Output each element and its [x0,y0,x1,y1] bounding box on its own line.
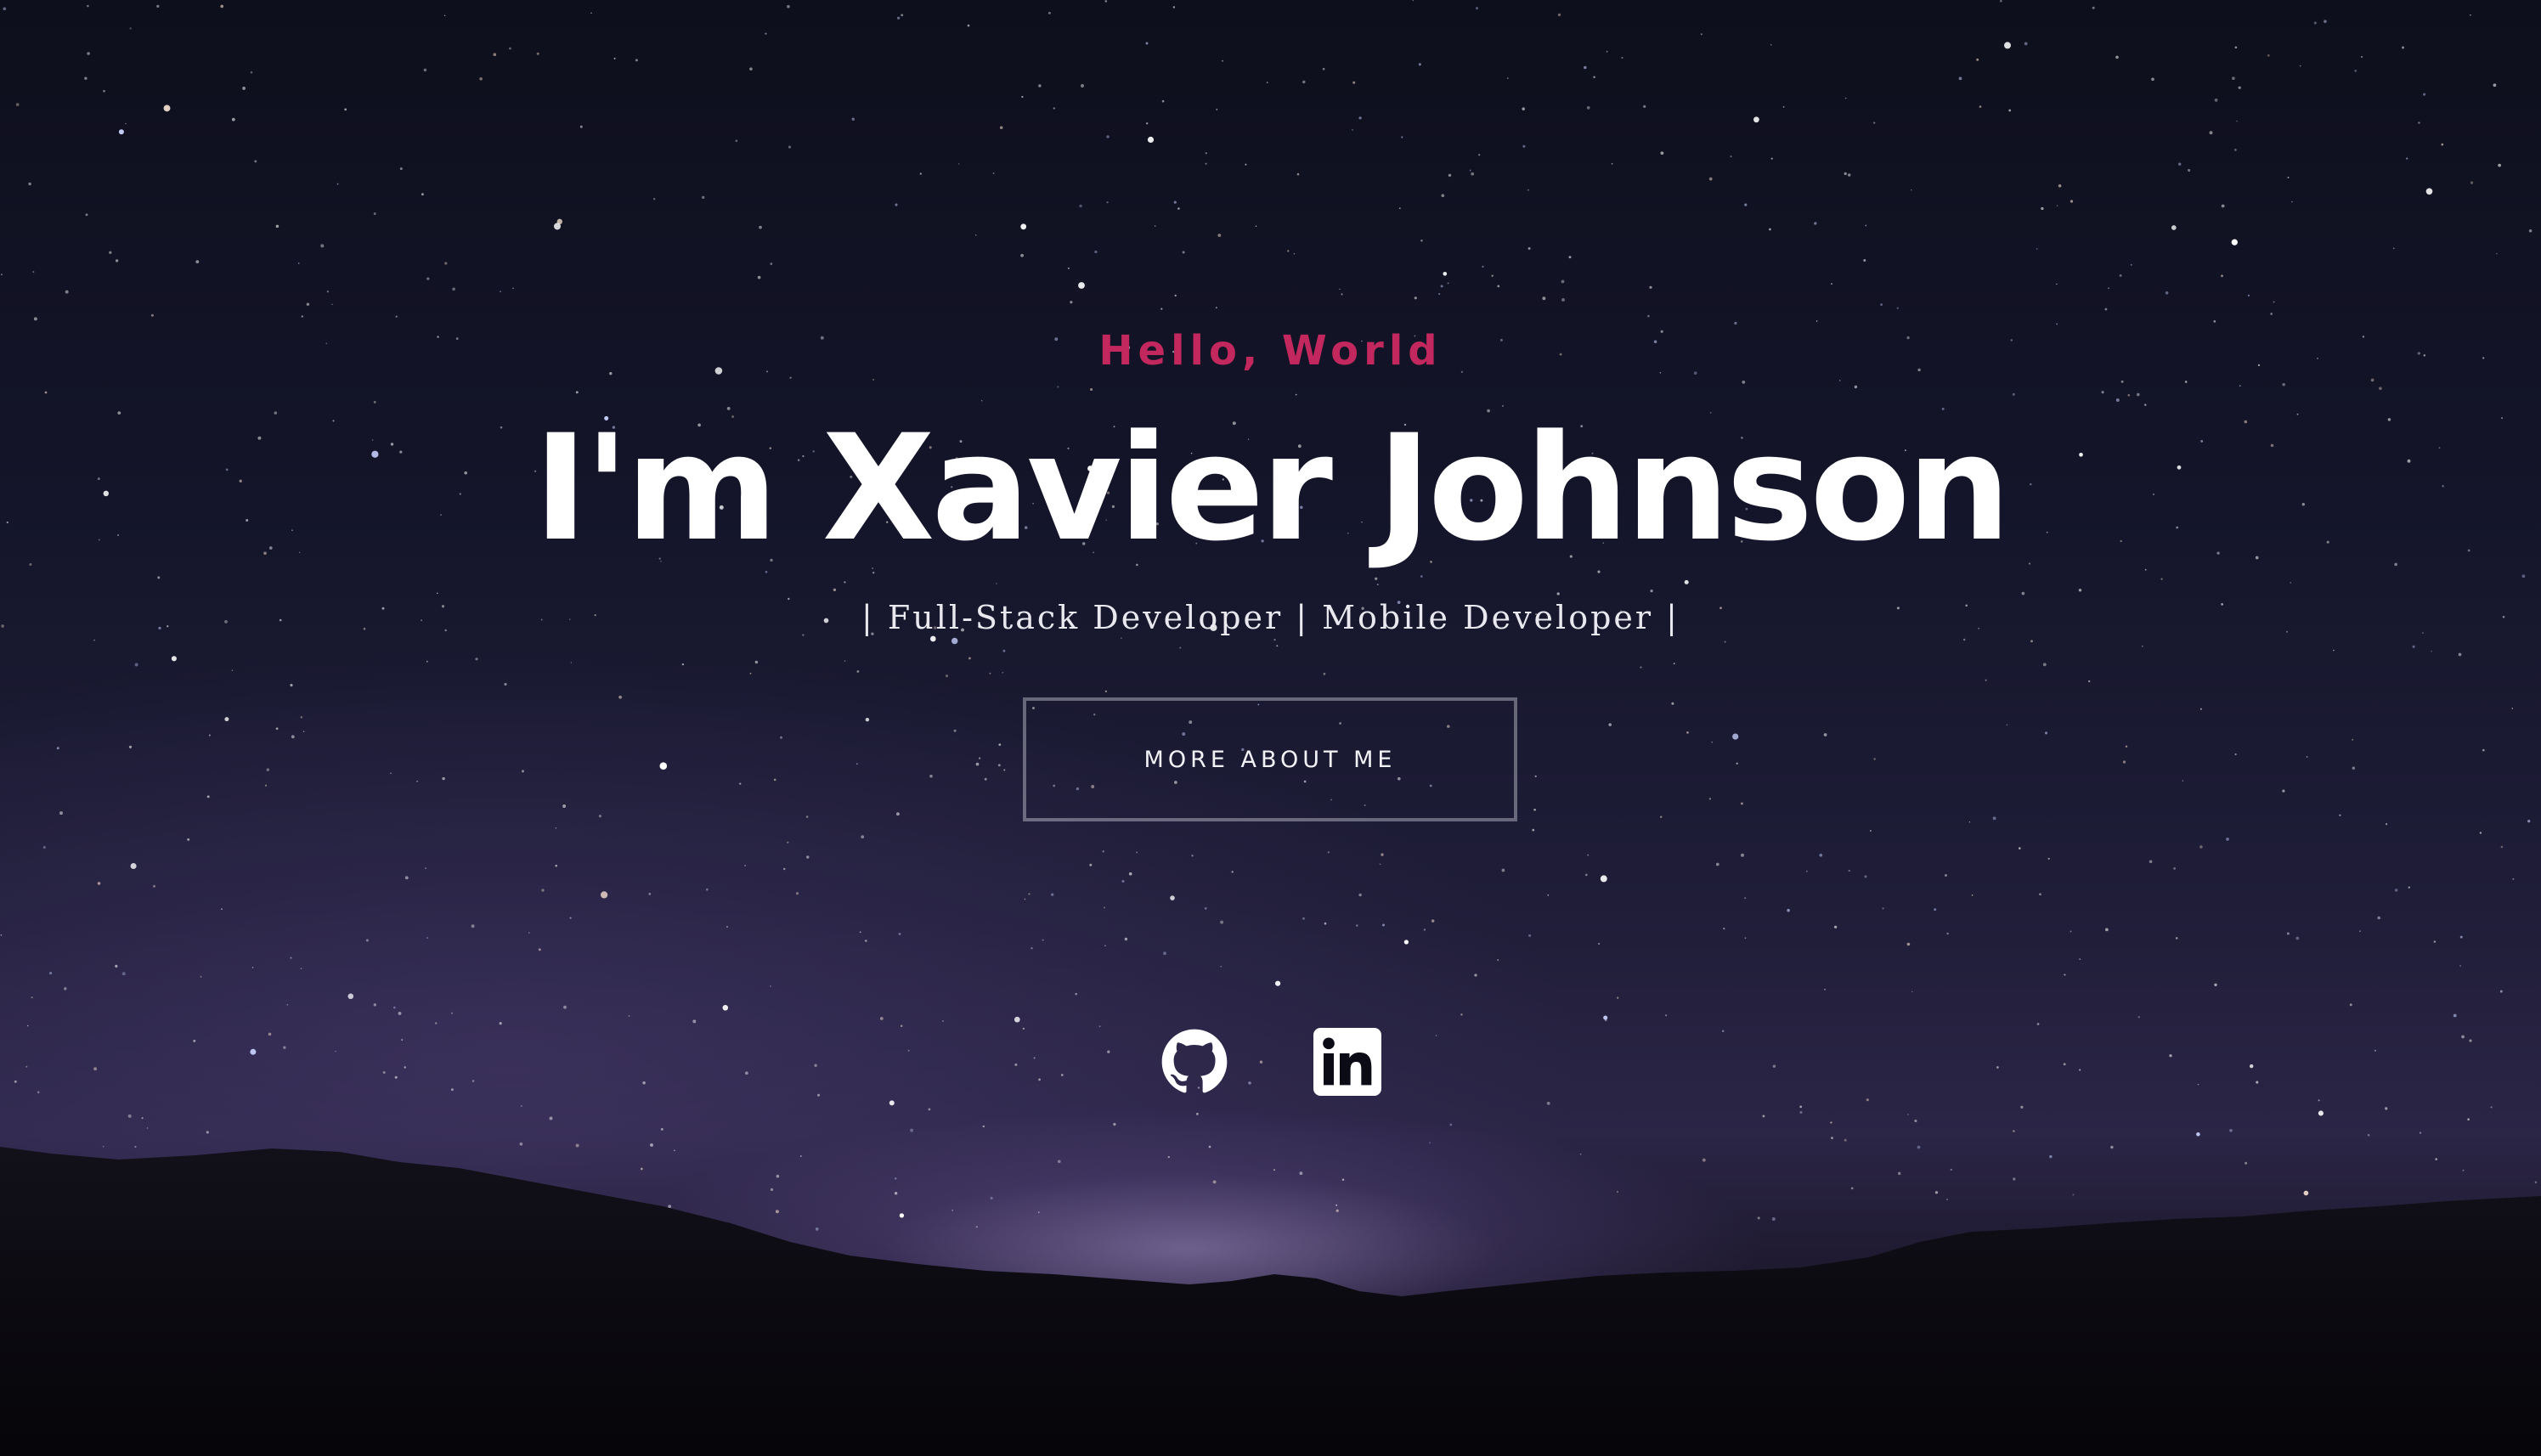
github-icon [1161,1029,1227,1093]
greeting-text: Hello, World [1098,327,1443,375]
linkedin-icon [1313,1028,1381,1096]
linkedin-link[interactable] [1313,1028,1381,1096]
social-links [0,1028,2541,1096]
more-about-me-button[interactable]: MORE ABOUT ME [1023,697,1517,821]
hero-section: Hello, World I'm Xavier Johnson | Full-S… [0,0,2541,1456]
github-link[interactable] [1160,1028,1228,1096]
hero-content: Hello, World I'm Xavier Johnson | Full-S… [0,0,2541,1456]
page-title: I'm Xavier Johnson [534,403,2011,573]
role-tagline: | Full-Stack Developer | Mobile Develope… [861,599,1680,636]
